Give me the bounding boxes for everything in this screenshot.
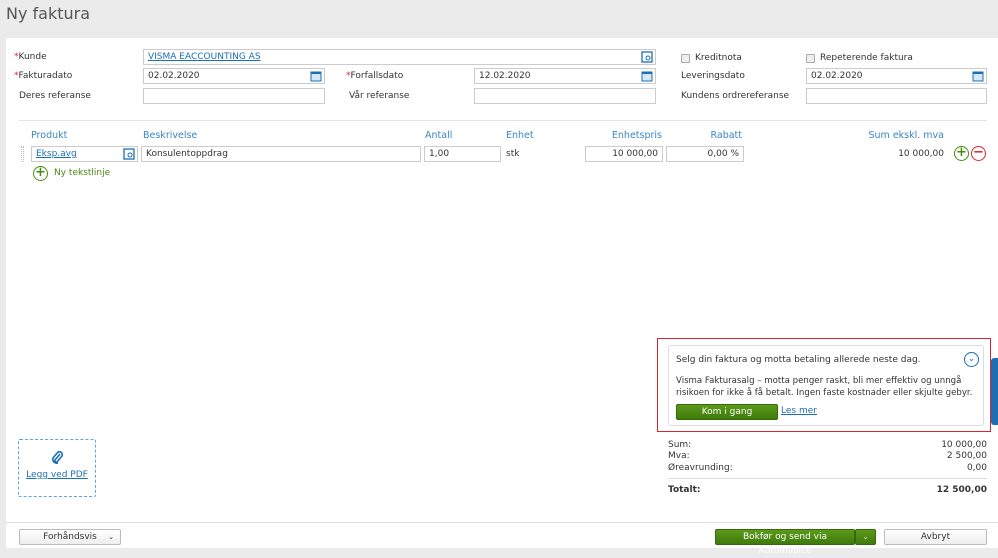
add-line-icon[interactable]: + <box>954 146 969 161</box>
totals-divider <box>668 478 987 479</box>
attach-pdf-link[interactable]: Legg ved PDF <box>19 470 95 480</box>
rabatt-input[interactable]: 0,00 % <box>666 146 744 162</box>
footer-divider <box>6 522 998 523</box>
lookup-icon[interactable] <box>641 51 653 63</box>
forfallsdato-input[interactable]: 12.02.2020 <box>474 68 656 84</box>
beskrivelse-input[interactable]: Konsulentoppdrag <box>141 146 421 162</box>
calendar-icon[interactable] <box>641 70 653 82</box>
header-beskrivelse: Beskrivelse <box>143 130 198 141</box>
kunde-label: *Kunde <box>14 52 47 62</box>
remove-line-icon[interactable]: − <box>971 146 986 161</box>
paperclip-icon <box>52 450 64 464</box>
promo-body: Visma Fakturasalg – motta penger raskt, … <box>676 376 973 398</box>
kom-i-gang-button[interactable]: Kom i gang <box>676 404 778 420</box>
deres-ref-input[interactable] <box>143 88 325 104</box>
lookup-icon[interactable] <box>123 148 135 160</box>
collapse-chevron-icon[interactable]: ⌄ <box>964 352 979 367</box>
add-text-line-icon[interactable]: + <box>33 166 48 181</box>
total-label: Totalt: <box>668 485 701 495</box>
header-enhetspris: Enhetspris <box>611 130 662 141</box>
preview-button[interactable]: Forhåndsvis ⌄ <box>19 529 121 545</box>
header-enhet: Enhet <box>506 130 534 141</box>
chevron-down-icon: ⌄ <box>108 533 114 541</box>
post-send-button[interactable]: Bokfør og send via AutoInvoice <box>715 529 855 556</box>
kreditnota-label: Kreditnota <box>695 53 742 63</box>
drag-handle[interactable] <box>21 146 24 162</box>
kunde-link[interactable]: VISMA EACCOUNTING AS <box>148 52 261 62</box>
ore-total: 0,00 <box>966 463 987 473</box>
cancel-button[interactable]: Avbryt <box>884 529 987 545</box>
header-produkt: Produkt <box>31 130 68 141</box>
forfallsdato-label: *Forfallsdato <box>346 71 404 81</box>
leveringsdato-label: Leveringsdato <box>681 71 745 81</box>
calendar-icon[interactable] <box>310 70 322 82</box>
kundens-ref-label: Kundens ordrereferanse <box>681 91 790 101</box>
post-send-dropdown[interactable]: ⌄ <box>855 529 876 545</box>
total-value: 12 500,00 <box>936 485 987 495</box>
leveringsdato-input[interactable]: 02.02.2020 <box>806 68 987 84</box>
repeterende-label: Repeterende faktura <box>820 53 913 63</box>
produkt-link[interactable]: Eksp.avg <box>36 149 77 159</box>
ore-label: Øreavrunding: <box>668 463 733 473</box>
header-sum: Sum ekskl. mva <box>868 130 945 141</box>
attach-pdf-dropzone[interactable]: Legg ved PDF <box>18 439 96 497</box>
deres-ref-label: Deres referanse <box>19 91 91 101</box>
les-mer-link[interactable]: Les mer <box>781 403 817 419</box>
repeterende-checkbox[interactable] <box>806 54 815 63</box>
antall-input[interactable]: 1,00 <box>424 146 501 162</box>
sum-value: 10 000,00 <box>898 149 944 159</box>
var-ref-input[interactable] <box>474 88 656 104</box>
page-title: Ny faktura <box>6 4 91 23</box>
divider <box>19 120 987 121</box>
fakturadato-label: *Fakturadato <box>14 71 73 81</box>
add-text-line-link[interactable]: Ny tekstlinje <box>54 165 110 181</box>
header-rabatt: Rabatt <box>710 130 742 141</box>
invoice-panel <box>6 38 998 548</box>
fakturadato-input[interactable]: 02.02.2020 <box>143 68 325 84</box>
kundens-ref-input[interactable] <box>806 88 987 104</box>
enhet-value: stk <box>506 149 520 159</box>
produkt-input[interactable]: Eksp.avg <box>31 146 138 162</box>
header-antall: Antall <box>425 130 453 141</box>
var-ref-label: Vår referanse <box>349 91 410 101</box>
kreditnota-checkbox[interactable] <box>681 54 690 63</box>
promo-heading: Selg din faktura og motta betaling aller… <box>676 355 921 365</box>
kunde-input[interactable]: VISMA EACCOUNTING AS <box>143 49 656 65</box>
side-panel-tab[interactable] <box>991 358 998 425</box>
enhetspris-input[interactable]: 10 000,00 <box>585 146 663 162</box>
chevron-down-icon: ⌄ <box>862 533 869 541</box>
calendar-icon[interactable] <box>972 70 984 82</box>
